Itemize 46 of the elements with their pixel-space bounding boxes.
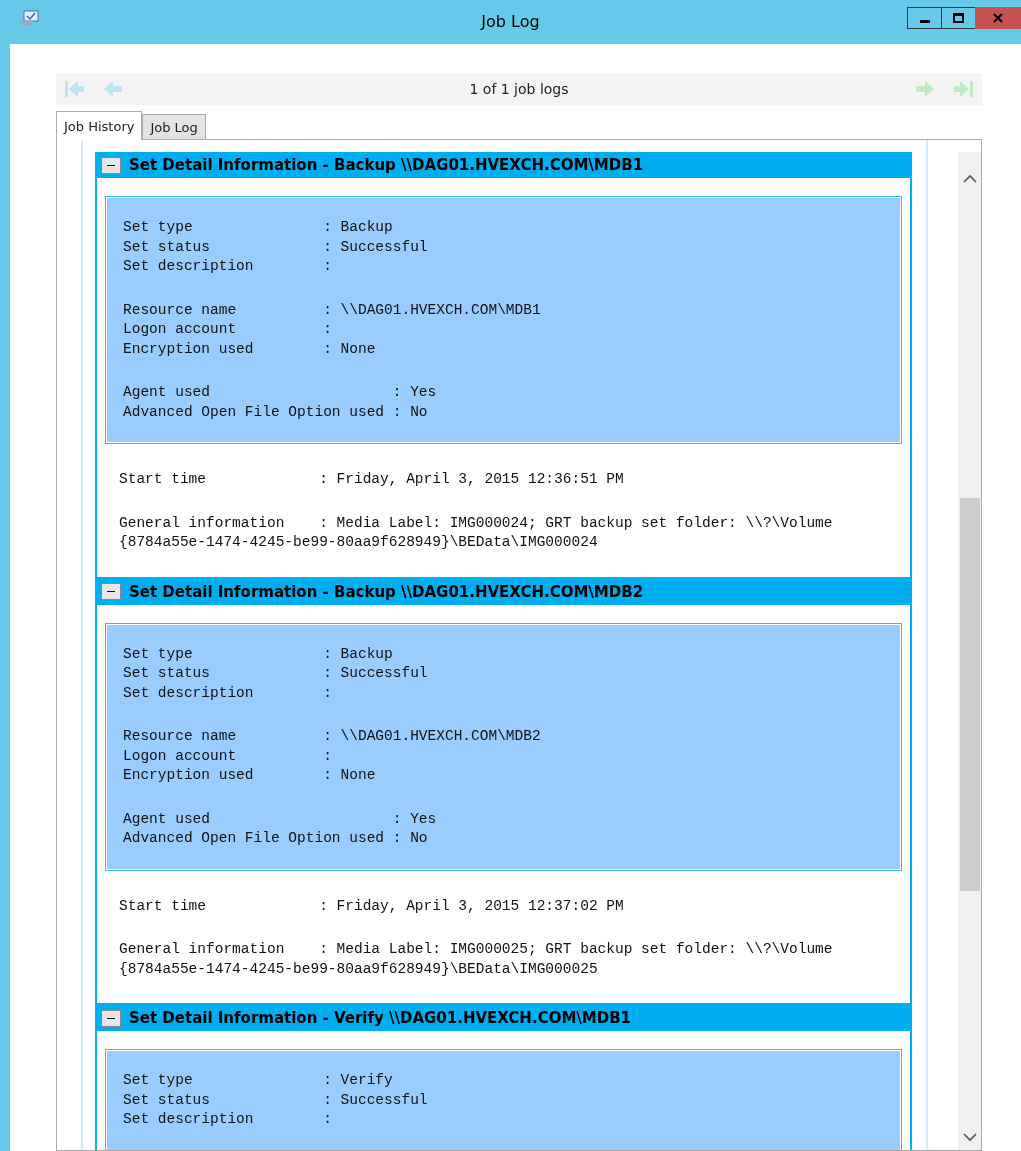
detail-line: Set description : [123,257,332,276]
tab[interactable]: Job Log [142,114,206,139]
tab[interactable]: Job History [56,111,143,140]
general-info-line: General information : Media Label: IMG000024; GRT backup set folder: \\?\Volume [119,513,833,533]
detail-line: Set type : Backup [123,644,393,664]
section-title: Set Detail Information - Verify \\DAG01.HVEXCH.COM\MDB1 [129,1009,632,1027]
start-time-line: Start time : Friday, April 3, 2015 12:37:02 PM [119,896,624,916]
detail-line: Set status : Successful [123,664,428,683]
scrollbar[interactable] [958,152,981,1150]
minimize-icon [919,19,930,23]
detail-line: Resource name : \\DAG01.HVEXCH.COM\MDB1 [123,300,541,320]
scroll-up-icon[interactable] [962,174,977,184]
scroll-thumb[interactable] [959,498,980,891]
close-icon [993,13,1003,23]
detail-line: Set description : [123,1110,332,1129]
detail-line: Encryption used : None [123,339,376,359]
detail-line: Advanced Open File Option used : No [123,402,428,422]
collapse-button[interactable] [101,583,121,600]
detail-line: Logon account : [123,746,332,766]
maximize-button[interactable] [941,7,976,29]
section-title: Set Detail Information - Backup \\DAG01.HVEXCH.COM\MDB1 [129,156,644,174]
close-button[interactable] [975,7,1021,29]
section-title: Set Detail Information - Backup \\DAG01.HVEXCH.COM\MDB2 [129,582,644,601]
detail-line: Set type : Verify [123,1071,393,1090]
scroll-down-icon[interactable] [962,1132,977,1142]
detail-line: Encryption used : None [123,766,376,785]
detail-line: Agent used : Yes [123,383,437,402]
detail-line: Resource name : \\DAG01.HVEXCH.COM\MDB2 [123,727,541,746]
app-icon [22,10,40,26]
detail-line: Set status : Successful [123,237,428,257]
window-title: Job Log [481,12,540,31]
detail-line: Set type : Backup [123,218,393,237]
minimize-button[interactable] [907,7,942,29]
maximize-icon [953,13,964,23]
collapse-button[interactable] [101,1009,121,1027]
general-info-line: General information : Media Label: IMG000025; GRT backup set folder: \\?\Volume [119,940,833,959]
collapse-button[interactable] [101,156,121,174]
general-info-line: {8784a55e-1474-4245-be99-80aa9f628949}\BEData\IMG000025 [119,959,598,979]
general-info-line: {8784a55e-1474-4245-be99-80aa9f628949}\BEData\IMG000024 [119,533,598,552]
detail-line: Agent used : Yes [123,809,437,829]
detail-line: Logon account : [123,320,332,339]
detail-line: Set description : [123,683,332,703]
start-time-line: Start time : Friday, April 3, 2015 12:36:51 PM [119,470,624,489]
detail-line: Advanced Open File Option used : No [123,829,428,848]
detail-line: Set status : Successful [123,1090,428,1110]
page-position: 1 of 1 job logs [469,81,569,97]
